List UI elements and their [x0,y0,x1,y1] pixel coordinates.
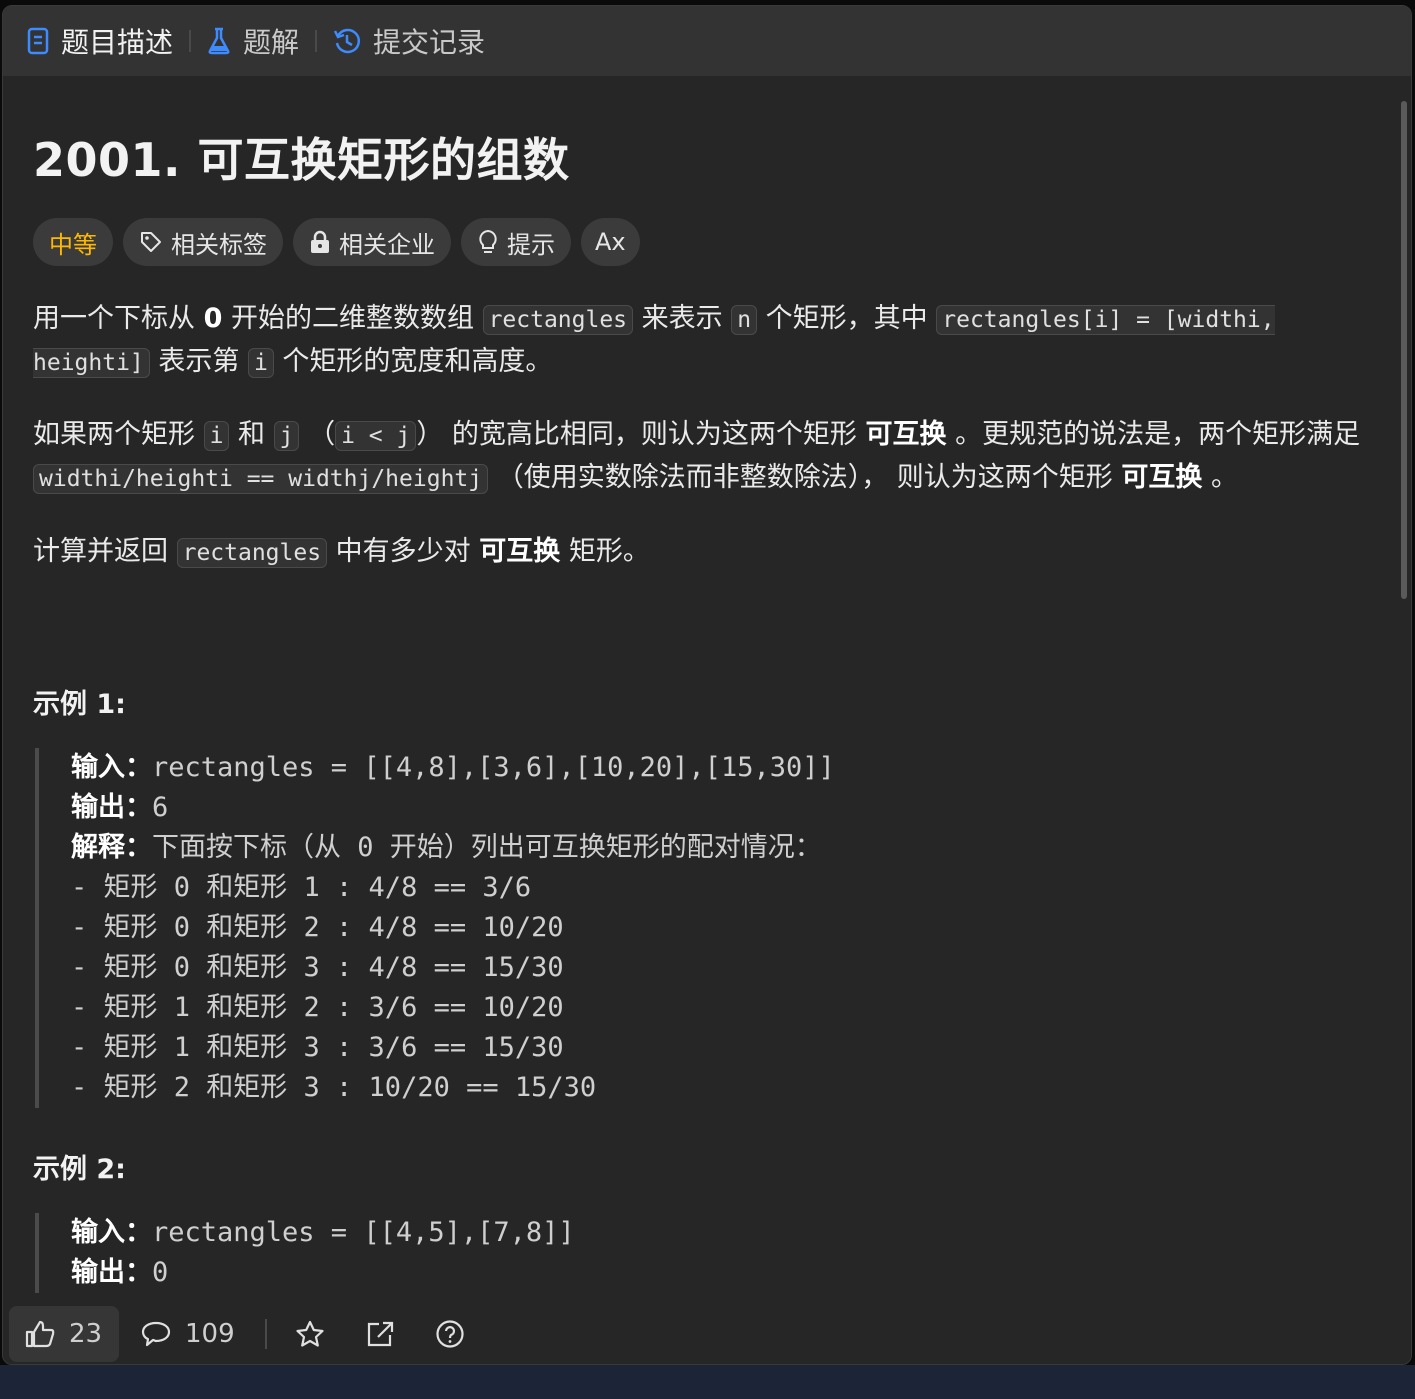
description-content: 2001. 可互换矩形的组数 中等 相关标签 相关企业 提示 Ax 用一个下标从… [33,76,1371,1304]
inline-code: i [203,421,230,451]
tab-divider [315,30,318,52]
like-count: 23 [69,1319,103,1349]
help-icon [435,1319,465,1349]
tag-icon [139,230,163,254]
comments-button[interactable]: 109 [141,1319,235,1349]
action-bar: 23 109 [3,1304,1411,1364]
problem-tags: 中等 相关标签 相关企业 提示 Ax [33,218,640,266]
pair-line: - 矩形 1 和矩形 3 : 3/6 == 15/30 [71,1032,564,1063]
inline-code: j [273,421,300,451]
chip-label: 相关标签 [171,230,267,259]
inline-code: widthi/heighti == widthj/heightj [33,464,489,494]
related-tags-button[interactable]: 相关标签 [123,218,283,266]
comment-icon [141,1320,171,1348]
document-icon [27,27,49,55]
share-button[interactable] [365,1320,395,1348]
related-companies-button[interactable]: 相关企业 [293,218,451,266]
pair-line: - 矩形 1 和矩形 2 : 3/6 == 10/20 [71,992,564,1023]
example-2-title: 示例 2: [33,1154,126,1185]
example-1-block: 输入：rectangles = [[4,8],[3,6],[10,20],[15… [35,748,835,1108]
hint-button[interactable]: 提示 [461,218,571,266]
tab-divider [189,30,192,52]
example-2-block: 输入：rectangles = [[4,5],[7,8]] 输出：0 [35,1213,575,1293]
inline-code: i [247,348,274,378]
pair-line: - 矩形 0 和矩形 2 : 4/8 == 10/20 [71,912,564,943]
description-paragraph-3: 计算并返回 rectangles 中有多少对 可互换 矩形。 [33,536,650,568]
scrollbar[interactable] [1401,101,1407,599]
footer-divider [264,1319,267,1349]
inline-code: n [731,305,758,335]
thumbs-up-icon [25,1320,55,1348]
inline-code: i < j [335,421,417,451]
lightbulb-icon [477,229,499,255]
comment-count: 109 [185,1319,235,1349]
pair-line: - 矩形 0 和矩形 1 : 4/8 == 3/6 [71,872,532,903]
tab-description[interactable]: 题目描述 [27,6,173,76]
description-paragraph-1: 用一个下标从 0 开始的二维整数数组 rectangles 来表示 n 个矩形，… [33,303,1275,378]
history-icon [333,27,361,55]
tab-label: 提交记录 [373,26,486,59]
help-button[interactable] [435,1319,465,1349]
problem-title: 2001. 可互换矩形的组数 [33,133,570,187]
tab-solutions[interactable]: 题解 [207,6,299,76]
inline-code: rectangles [176,538,328,568]
pair-line: - 矩形 0 和矩形 3 : 4/8 == 15/30 [71,952,564,983]
difficulty-badge: 中等 [33,218,113,266]
example-1-title: 示例 1: [33,689,126,720]
share-icon [365,1320,395,1348]
flask-icon [207,27,231,55]
chip-label: 提示 [507,230,555,259]
star-icon [295,1320,325,1348]
like-button[interactable]: 23 [9,1306,119,1362]
tab-submissions[interactable]: 提交记录 [333,6,485,76]
inline-code: rectangles [482,305,634,335]
problem-panel: 题目描述 题解 提交记录 2001. 可互换矩形的组数 中等 相关标签 相关企业… [2,5,1412,1365]
chip-label: 相关企业 [339,230,435,259]
tab-bar: 题目描述 题解 提交记录 [3,6,1411,76]
tab-label: 题解 [243,26,300,59]
description-paragraph-2: 如果两个矩形 i 和 j （i < j） 的宽高比相同，则认为这两个矩形 可互换… [33,419,1361,494]
tab-label: 题目描述 [61,26,174,59]
font-settings-button[interactable]: Ax [581,218,640,266]
favorite-button[interactable] [295,1320,325,1348]
pair-line: - 矩形 2 和矩形 3 : 10/20 == 15/30 [71,1072,597,1103]
system-taskbar [0,1365,1415,1399]
lock-icon [309,230,331,254]
